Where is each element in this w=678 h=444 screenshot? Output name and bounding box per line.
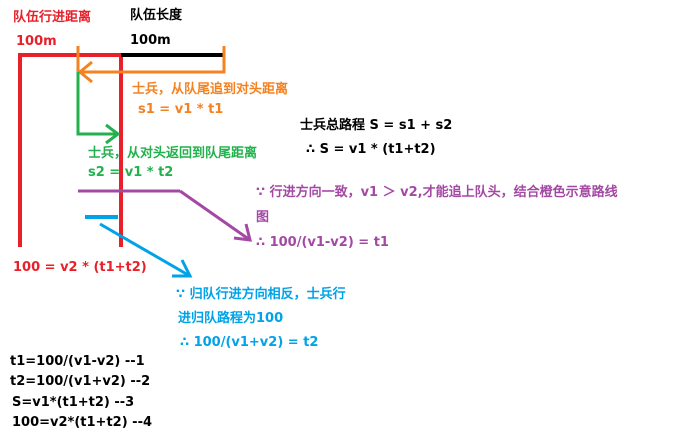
blue-note-line-1: ∵ 归队行进方向相反，士兵行 [176,287,346,302]
march-distance-label: 队伍行进距离 [13,10,92,25]
march-value-label: 100m [16,34,57,49]
equation-1: t1=100/(v1-v2) --1 [10,354,145,369]
total-distance-label: 士兵总路程 S = s1 + s2 [300,118,453,133]
total-distance-equation: ∴ S = v1 * (t1+t2) [306,142,436,157]
orange-equation: s1 = v1 * t1 [138,102,224,117]
length-value-label: 100m [130,33,171,48]
purple-equation: ∴ 100/(v1-v2) = t1 [256,235,389,250]
equation-2: t2=100/(v1+v2) --2 [10,374,151,389]
orange-label: 士兵，从队尾追到对头距离 [132,82,289,97]
purple-note-line-1: ∵ 行进方向一致，v1 ＞ v2,才能追上队头，结合橙色示意路线 [256,185,618,200]
orange-route-line [76,46,226,74]
red-equation: 100 = v2 * (t1+t2) [13,260,147,275]
green-equation: s2 = v1 * t2 [88,165,174,180]
purple-arrow-line [179,189,251,242]
blue-equation: ∴ 100/(v1+v2) = t2 [180,335,319,350]
blue-note-line-2: 进归队路程为100 [178,311,284,326]
green-route-line [76,72,118,136]
team-length-label: 队伍长度 [130,8,183,23]
equation-3: S=v1*(t1+t2) --3 [12,395,135,410]
equation-4: 100=v2*(t1+t2) --4 [12,415,153,430]
purple-note-line-2: 图 [256,210,270,225]
diagram-canvas: 队伍行进距离 队伍长度 100m 100m 士兵，从队尾追到对头距离 s1 = … [0,0,678,444]
green-label: 士兵，从对头返回到队尾距离 [88,146,258,161]
